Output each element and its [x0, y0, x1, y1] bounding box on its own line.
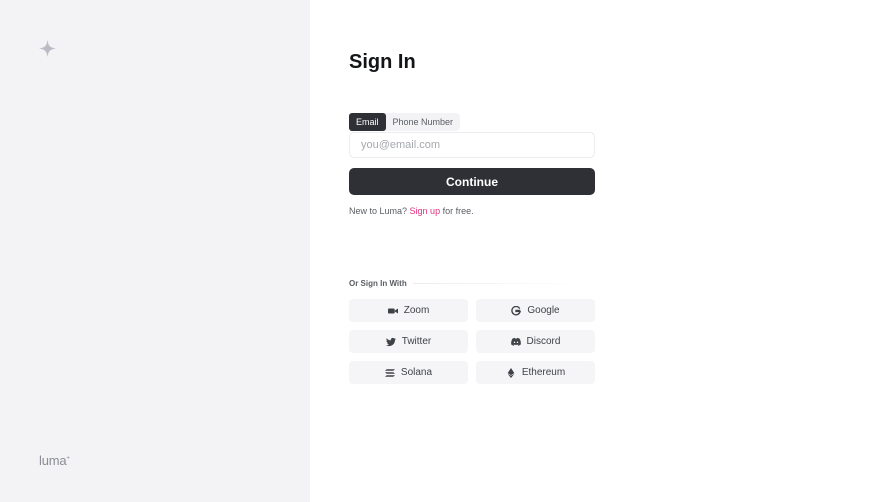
ethereum-signin-button[interactable]: Ethereum [476, 361, 595, 384]
google-label: Google [527, 305, 560, 316]
video-camera-icon [387, 308, 398, 313]
tab-email[interactable]: Email [349, 113, 386, 131]
solana-label: Solana [400, 367, 433, 378]
signup-link[interactable]: Sign up [410, 206, 441, 216]
discord-signin-button[interactable]: Discord [476, 330, 595, 353]
login-method-tabs: Email Phone Number [349, 113, 461, 131]
ethereum-icon [507, 367, 515, 378]
twitter-icon [385, 337, 396, 346]
sparkle-logo-icon [39, 40, 56, 57]
divider [413, 283, 583, 284]
tab-phone-number[interactable]: Phone Number [386, 113, 461, 131]
solana-icon [384, 368, 395, 377]
brand-logo[interactable]: luma+ [39, 453, 70, 468]
google-signin-button[interactable]: Google [476, 299, 595, 322]
page-title: Sign In [349, 51, 416, 73]
signup-prompt: New to Luma? Sign up for free. [349, 206, 474, 216]
solana-signin-button[interactable]: Solana [349, 361, 468, 384]
brand-name: luma [39, 453, 67, 468]
discord-label: Discord [526, 336, 561, 347]
email-input[interactable] [349, 132, 595, 158]
google-icon [511, 305, 522, 315]
right-panel [310, 0, 885, 502]
zoom-label: Zoom [403, 305, 430, 316]
brand-mark: + [66, 455, 70, 462]
signup-prefix: New to Luma? [349, 206, 408, 216]
social-signin-label: Or Sign In With [349, 279, 407, 288]
left-panel: luma+ [0, 0, 310, 502]
discord-icon [510, 337, 521, 346]
signup-suffix: for free. [442, 206, 474, 216]
twitter-label: Twitter [401, 336, 432, 347]
twitter-signin-button[interactable]: Twitter [349, 330, 468, 353]
zoom-signin-button[interactable]: Zoom [349, 299, 468, 322]
ethereum-label: Ethereum [521, 367, 566, 378]
continue-button[interactable]: Continue [349, 168, 595, 195]
